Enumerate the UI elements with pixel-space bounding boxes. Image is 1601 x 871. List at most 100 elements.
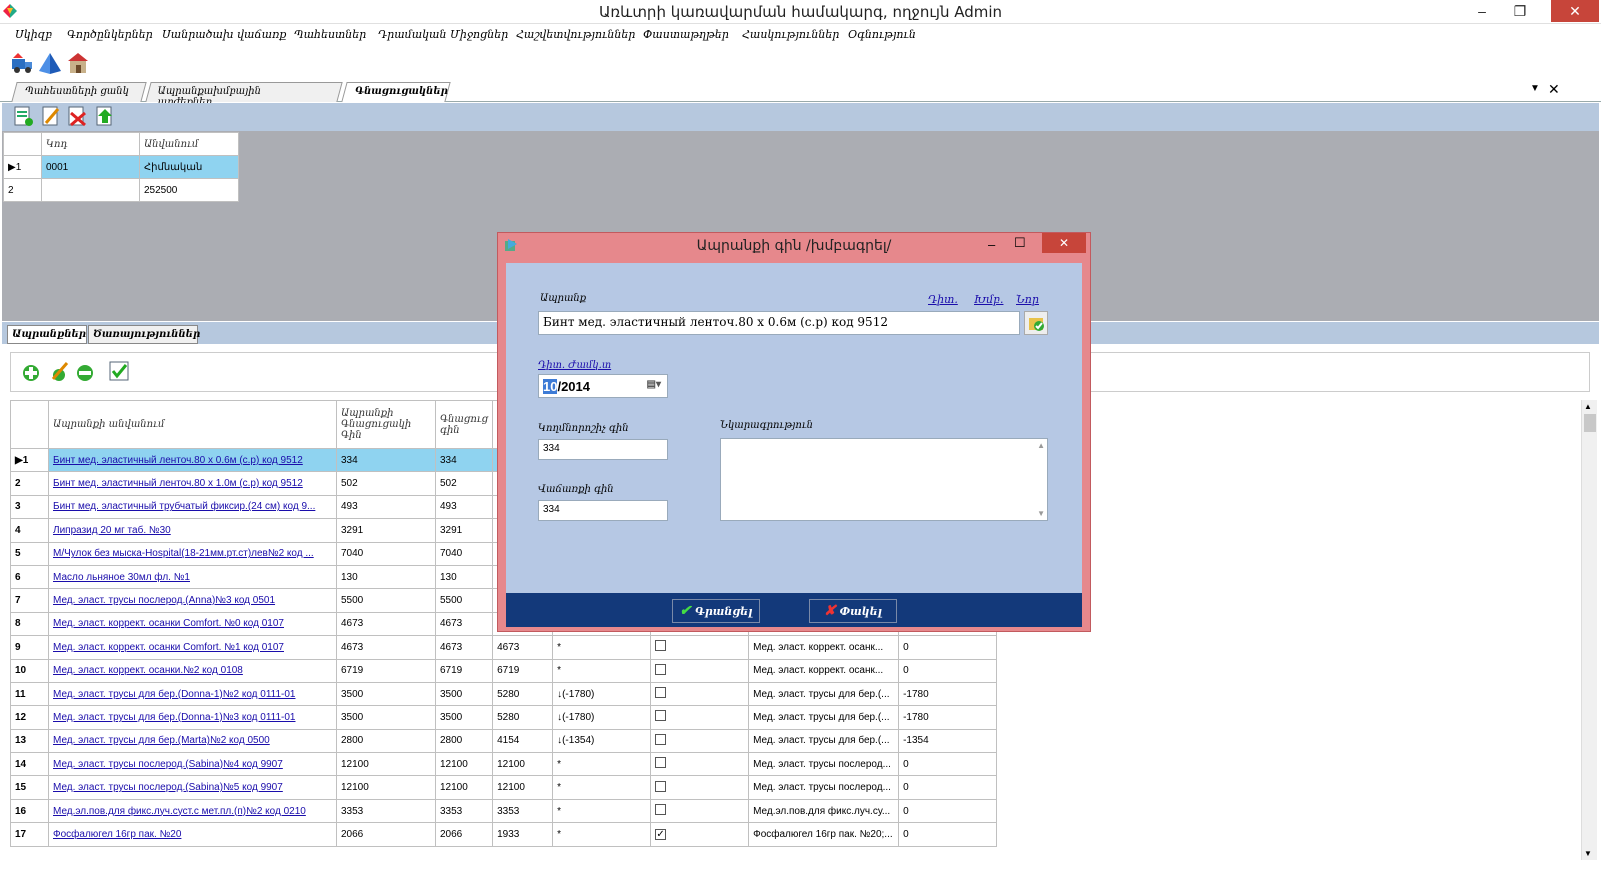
checkbox[interactable] <box>655 780 667 792</box>
checkbox[interactable] <box>655 733 667 745</box>
table-row[interactable]: 17 Фосфалюгел 16гр пак. №20 2066 2066 1933 * ✓… <box>10 822 998 847</box>
checkbox[interactable] <box>655 640 667 652</box>
row-checkbox[interactable] <box>650 752 750 777</box>
column-header-price[interactable]: Գնացուց գին <box>434 400 494 449</box>
date-label[interactable]: Դիտ. Ժամկ.տ <box>538 360 611 371</box>
row-checkbox[interactable] <box>650 798 750 824</box>
cancel-button[interactable]: ✘ Փակել <box>809 599 897 623</box>
pyramid-icon[interactable] <box>38 51 62 75</box>
view-link[interactable]: Դիտ. <box>928 293 958 306</box>
product-search-icon[interactable] <box>1024 311 1048 335</box>
product-name-link[interactable]: Бинт мед. эластичный ленточ.80 х 0.6м (с… <box>48 447 337 473</box>
product-name-link[interactable]: Масло льняное 30мл фл. №1 <box>48 564 337 590</box>
menu-item-retail[interactable]: Սանրածախ վաճառք <box>162 28 286 41</box>
product-name-link[interactable]: Мед. эласт. трусы послерод.(Sabina)№5 ко… <box>48 775 337 800</box>
table-row[interactable]: 15 Мед. эласт. трусы послерод.(Sabina)№5 … <box>10 775 998 800</box>
product-name-link[interactable]: Мед. эласт. трусы послерод.(Anna)№3 код … <box>48 588 337 613</box>
add-product-icon[interactable] <box>19 359 43 383</box>
row-checkbox[interactable]: ✓ <box>650 822 750 847</box>
tab-group-values[interactable]: Ապրանքախմբային արժեքներ... <box>145 82 343 108</box>
row-checkbox[interactable] <box>650 681 750 707</box>
menu-item-help[interactable]: Օգնություն <box>848 28 916 41</box>
product-field[interactable]: Бинт мед. эластичный ленточ.80 х 0.6м (с… <box>538 311 1020 335</box>
checkbox[interactable] <box>655 663 667 675</box>
dialog-maximize-button[interactable]: ☐ <box>1014 235 1026 251</box>
product-name-link[interactable]: Бинт мед. эластичный ленточ.80 х 1.0м (с… <box>48 471 337 496</box>
save-button[interactable]: ✔ Գրանցել <box>672 599 760 623</box>
minimize-button[interactable]: – <box>1462 0 1502 22</box>
table-row[interactable]: ▶1 0001 Հիմնական <box>3 155 239 179</box>
menu-item-cash[interactable]: Դրամական Միջոցներ <box>378 28 508 41</box>
product-name-link[interactable]: Бинт мед. эластичный трубчатый фиксир.(2… <box>48 494 337 520</box>
tab-close-icon[interactable]: ✕ <box>1548 81 1560 98</box>
edit-product-icon[interactable] <box>47 359 71 383</box>
new-link[interactable]: Նոր <box>1016 293 1039 306</box>
truck-icon[interactable] <box>10 51 34 75</box>
product-name-link[interactable]: Мед. эласт. коррект. осанки.№2 код 0108 <box>48 658 337 683</box>
checkbox[interactable] <box>655 710 667 722</box>
description-textarea[interactable]: ▲ ▼ <box>720 438 1048 521</box>
table-row[interactable]: 11 Мед. эласт. трусы для бер.(Donna-1)№2 … <box>10 681 998 707</box>
row-checkbox[interactable] <box>650 775 750 800</box>
store-icon[interactable] <box>66 51 90 75</box>
table-row[interactable]: 9 Мед. эласт. коррект. осанки Comfort. №1… <box>10 635 998 660</box>
delete-doc-icon[interactable] <box>66 105 90 129</box>
date-field[interactable]: 10/2014 ▤▾ <box>538 374 668 398</box>
product-name-link[interactable]: Мед. эласт. коррект. осанки Comfort. №0 … <box>48 611 337 637</box>
menu-item-documents[interactable]: Փաստաթղթեր <box>643 28 729 41</box>
checkbox[interactable] <box>655 757 667 769</box>
tab-menu-dropdown-icon[interactable]: ▼ <box>1530 83 1540 94</box>
row-checkbox[interactable] <box>650 705 750 730</box>
remove-product-icon[interactable] <box>73 359 97 383</box>
table-row[interactable]: 12 Мед. эласт. трусы для бер.(Donna-1)№3 … <box>10 705 998 730</box>
tab-price-lists[interactable]: Գնացուցակներ <box>341 82 451 102</box>
dialog-minimize-button[interactable]: – <box>988 237 995 252</box>
product-name-link[interactable]: Мед. эласт. трусы для бер.(Marta)№2 код … <box>48 728 337 754</box>
column-header-code[interactable]: Կոդ <box>41 132 140 156</box>
wholesale-price-field[interactable]: 334 <box>538 439 668 460</box>
checkbox[interactable] <box>655 687 667 699</box>
product-name-link[interactable]: Мед. эласт. трусы для бер.(Donna-1)№3 ко… <box>48 705 337 730</box>
menu-item-warehouses[interactable]: Պահեստներ <box>294 28 366 41</box>
menu-item-start[interactable]: Սկիզբ <box>15 28 52 41</box>
table-cell: * <box>552 658 652 683</box>
column-header-name[interactable]: Անվանում <box>139 132 239 156</box>
menu-item-properties[interactable]: Հասկություններ <box>742 28 839 41</box>
retail-price-field[interactable]: 334 <box>538 500 668 521</box>
dialog-close-button[interactable]: ✕ <box>1042 233 1086 253</box>
product-name-link[interactable]: М/Чулок без мыска-Hospital(18-21мм.рт.ст… <box>48 541 337 566</box>
table-row[interactable]: 14 Мед. эласт. трусы послерод.(Sabina)№4 … <box>10 752 998 777</box>
table-row[interactable]: 13 Мед. эласт. трусы для бер.(Marta)№2 ко… <box>10 728 998 754</box>
row-checkbox[interactable] <box>650 728 750 754</box>
product-name-link[interactable]: Мед.эл.пов.для фикс.луч.суст.с мет.пл.(п… <box>48 798 337 824</box>
checklist-icon[interactable] <box>107 359 131 383</box>
close-button[interactable]: ✕ <box>1551 0 1599 22</box>
product-name-link[interactable]: Липразид 20 мг таб. №30 <box>48 518 337 543</box>
table-row[interactable]: 16 Мед.эл.пов.для фикс.луч.суст.с мет.пл.… <box>10 798 998 824</box>
row-checkbox[interactable] <box>650 658 750 683</box>
maximize-button[interactable]: ❐ <box>1500 0 1540 22</box>
column-header-list-price[interactable]: Ապրանքի Գնացուցակի Գին <box>336 400 436 449</box>
checkbox[interactable]: ✓ <box>655 828 667 840</box>
product-name-link[interactable]: Мед. эласт. трусы послерод.(Sabina)№4 ко… <box>48 752 337 777</box>
column-header-product-name[interactable]: Ապրանքի անվանում <box>48 400 337 449</box>
calendar-dropdown-icon[interactable]: ▤▾ <box>647 379 661 390</box>
add-doc-icon[interactable] <box>12 105 36 129</box>
vertical-scrollbar[interactable]: ▲ ▼ <box>1581 400 1597 860</box>
product-name-link[interactable]: Мед. эласт. коррект. осанки Comfort. №1 … <box>48 635 337 660</box>
table-cell: 6719 <box>434 658 494 683</box>
export-doc-icon[interactable] <box>94 105 118 129</box>
edit-doc-icon[interactable] <box>40 105 64 129</box>
menu-item-reports[interactable]: Հաշվետվություններ <box>516 28 635 41</box>
product-name-link[interactable]: Мед. эласт. трусы для бер.(Donna-1)№2 ко… <box>48 681 337 707</box>
tab-services[interactable]: Ծառայություններ <box>88 325 200 344</box>
table-row[interactable]: 2 252500 <box>3 178 239 202</box>
menu-item-partners[interactable]: Գործընկերներ <box>67 28 153 41</box>
checkbox[interactable] <box>655 804 667 816</box>
edit-link[interactable]: Խմբ. <box>974 293 1003 306</box>
product-name-link[interactable]: Фосфалюгел 16гр пак. №20 <box>48 822 337 847</box>
row-checkbox[interactable] <box>650 635 750 660</box>
table-row[interactable]: 10 Мед. эласт. коррект. осанки.№2 код 010… <box>10 658 998 683</box>
tab-products[interactable]: Ապրանքներ <box>7 325 87 344</box>
tab-warehouse-list[interactable]: Պահեստների ցանկ <box>11 82 147 102</box>
